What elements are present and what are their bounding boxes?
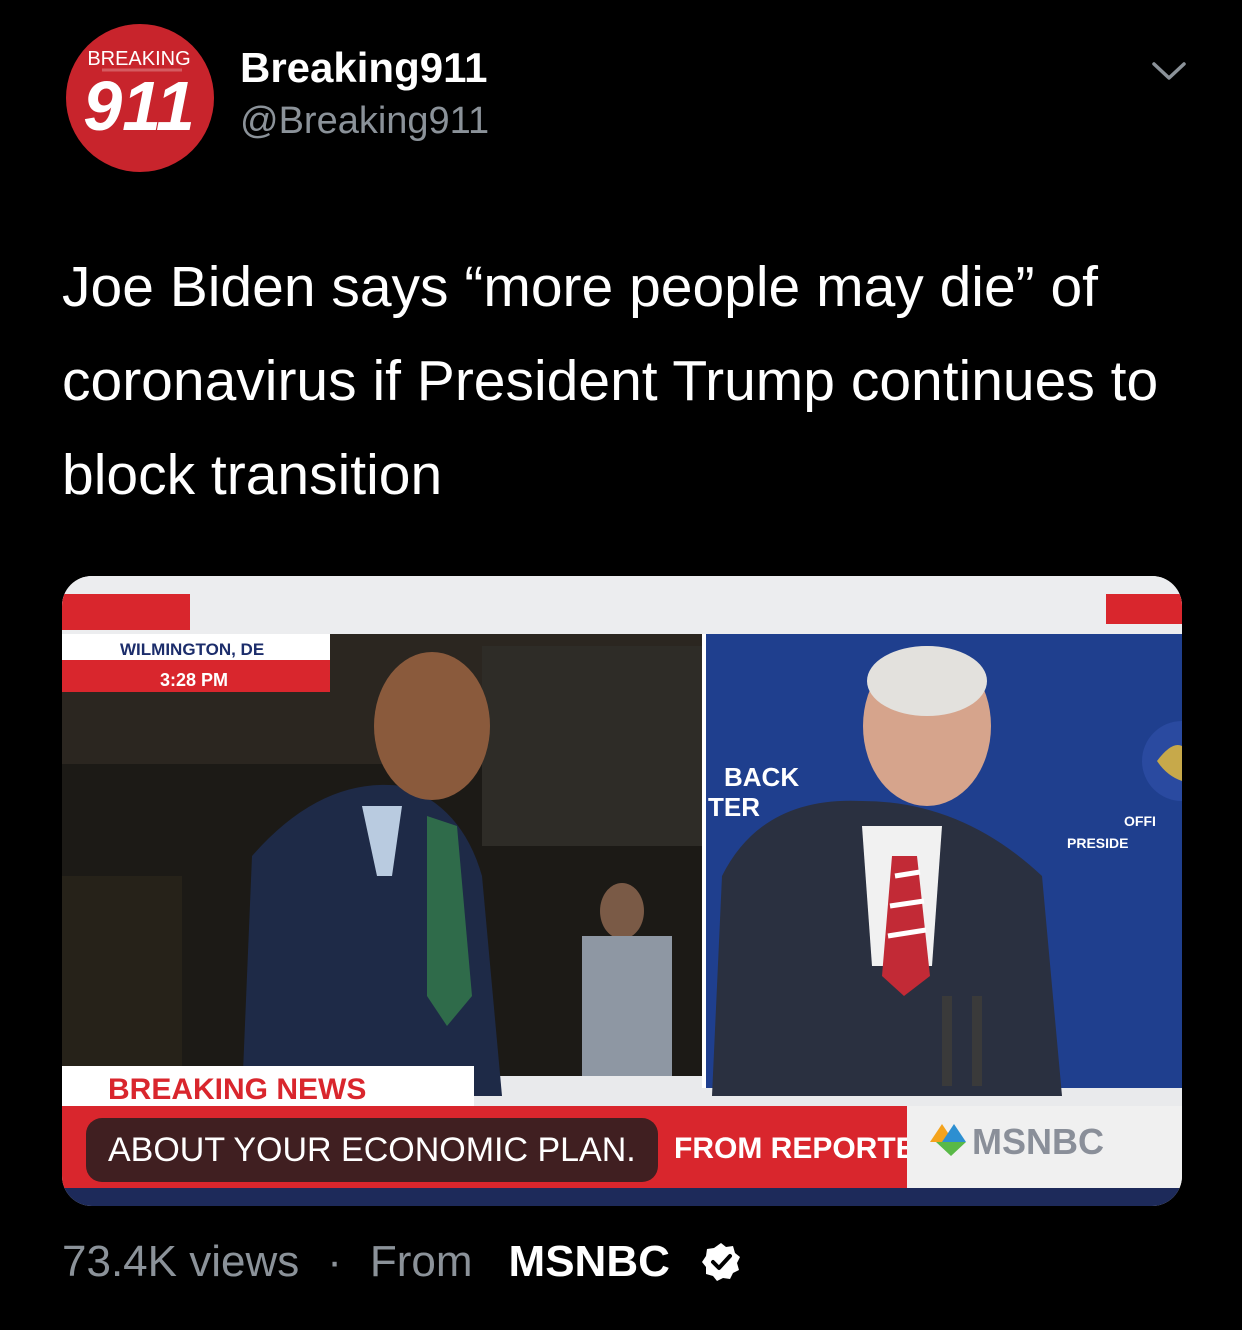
video-caption: ABOUT YOUR ECONOMIC PLAN. [86,1118,658,1182]
location-label: WILMINGTON, DE [120,640,264,659]
avatar[interactable]: BREAKING 911 [62,18,217,173]
verified-badge-icon [701,1243,740,1281]
network-logo: MSNBC [972,1121,1104,1162]
from-label: From [369,1237,473,1286]
display-name[interactable]: Breaking911 [240,44,488,92]
chevron-down-icon[interactable] [1150,56,1188,86]
seal-text-2: PRESIDE [1067,835,1128,851]
backdrop-text-1: BACK [724,762,799,792]
view-count: 73.4K views [62,1237,300,1286]
separator: · [327,1237,342,1286]
tweet-text: Joe Biden says “more people may die” of … [62,255,1159,507]
time-label: 3:28 PM [160,670,228,690]
avatar-text-number: 911 [83,67,195,145]
video-player[interactable]: BACK TER OFFI PRESIDE WILMINGTON, DE 3:2… [62,576,1182,1206]
seal-text-1: OFFI [1124,813,1156,829]
tweet-footer: 73.4K views · From MSNBC [62,1234,742,1290]
backdrop-text-2: TER [708,792,760,822]
source-link[interactable]: MSNBC [509,1237,670,1287]
breaking-news-label: BREAKING NEWS [108,1073,366,1106]
handle[interactable]: @Breaking911 [240,100,489,143]
video-frame: BACK TER OFFI PRESIDE WILMINGTON, DE 3:2… [62,576,1182,1206]
breaking911-logo-icon: BREAKING 911 [66,24,214,172]
